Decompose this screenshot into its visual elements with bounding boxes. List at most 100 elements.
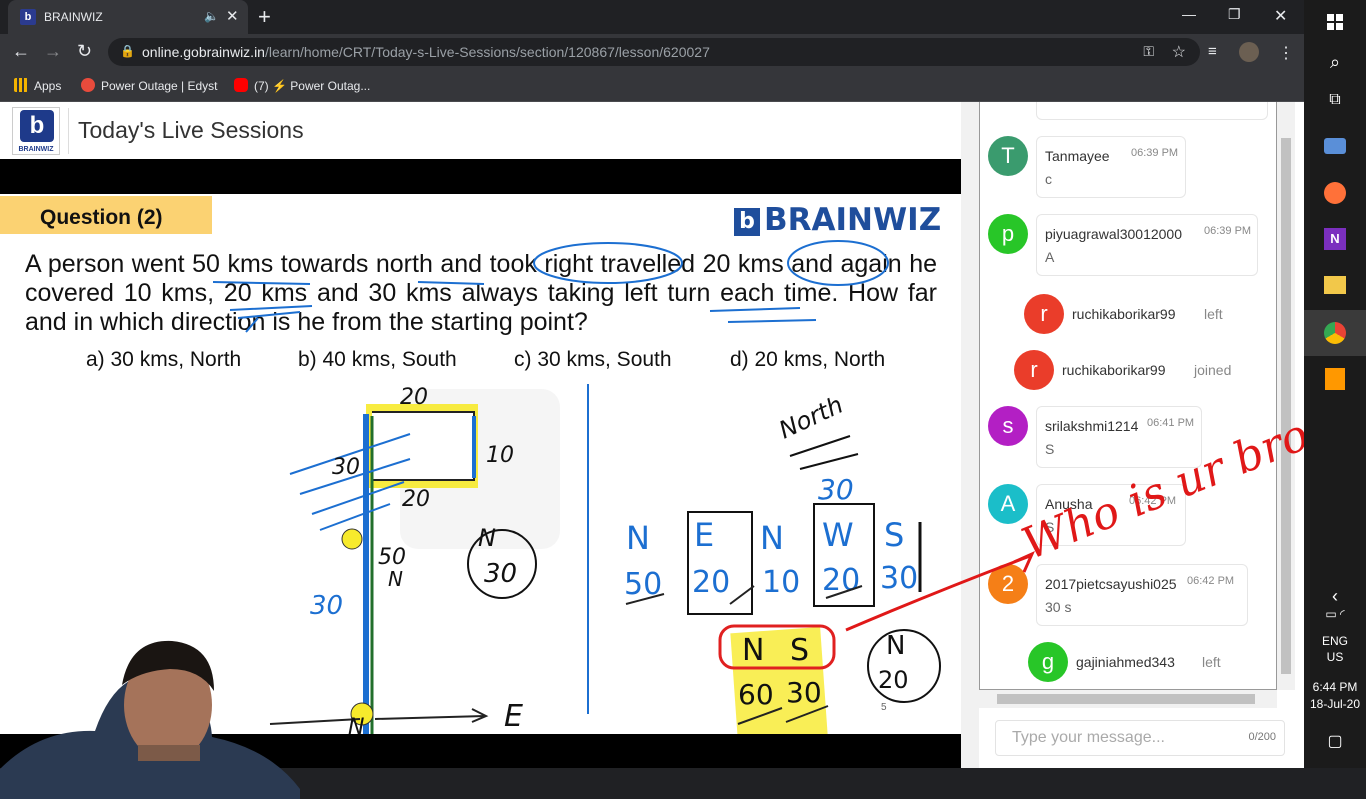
scroll-thumb[interactable]: [997, 694, 1255, 704]
avatar: T: [988, 136, 1028, 176]
new-tab-icon[interactable]: +: [258, 4, 271, 30]
message-author: piyuagrawal30012000: [1045, 226, 1182, 242]
hw-box-n: N: [742, 633, 764, 668]
apps-grid-icon: [14, 78, 28, 92]
hw-row-letter-2: E: [694, 516, 714, 554]
hw-row-letter-5: S: [884, 516, 904, 554]
media-control-icon[interactable]: ≡: [1208, 43, 1217, 60]
event-action: left: [1202, 654, 1221, 670]
close-tab-icon[interactable]: ✕: [226, 7, 239, 25]
clock-date[interactable]: 18-Jul-20: [1304, 697, 1366, 711]
previous-message-bubble: [1036, 102, 1268, 120]
notification-center-icon[interactable]: ▢: [1304, 722, 1366, 768]
message-author: 2017pietcsayushi025: [1045, 576, 1177, 592]
chat-message-input[interactable]: [996, 721, 1284, 755]
hw-row-letter-1: N: [626, 519, 650, 557]
event-action: joined: [1194, 362, 1232, 378]
hw-north-word: North: [775, 391, 848, 445]
task-view-icon[interactable]: ⧉: [1304, 78, 1366, 124]
bookmark-star-icon[interactable]: ☆: [1172, 42, 1186, 62]
browser-toolbar: ← → ↻ 🔒 online.gobrainwiz.in/learn/home/…: [0, 34, 1304, 70]
url-text[interactable]: online.gobrainwiz.in/learn/home/CRT/Toda…: [142, 44, 710, 60]
hw-row-value-3: 10: [762, 565, 800, 600]
chat-vertical-scrollbar[interactable]: [1277, 102, 1295, 690]
brainwiz-favicon-icon: b: [20, 9, 36, 25]
web-page: b BRAINWIZ Today's Live Sessions Questio…: [0, 102, 1304, 799]
hw-circle-30: 30: [484, 559, 517, 589]
hw-walk-n: N: [388, 567, 403, 591]
left-scrollbar[interactable]: [961, 102, 979, 768]
message-author: Tanmayee: [1045, 148, 1110, 164]
message-text: S: [1045, 519, 1055, 535]
chat-horizontal-scrollbar[interactable]: [979, 690, 1277, 708]
hw-right-10: 10: [486, 443, 514, 468]
minimize-icon[interactable]: —: [1182, 6, 1196, 22]
speaker-icon[interactable]: 🔈: [204, 9, 219, 23]
message-bubble: Anusha 06:42 PM S: [1036, 484, 1186, 546]
scroll-thumb[interactable]: [1281, 138, 1291, 674]
menu-kebab-icon[interactable]: ⋮: [1278, 43, 1294, 63]
bookmark-label: (7) ⚡ Power Outag...: [254, 79, 371, 93]
language-region[interactable]: US: [1304, 650, 1366, 664]
message-text: A: [1045, 249, 1055, 265]
hw-north-30: 30: [818, 473, 854, 506]
edyst-icon: [81, 78, 95, 92]
hw-circle2-n: N: [886, 631, 905, 661]
video-player[interactable]: Question (2) b BRAINWIZ A person went 50 …: [0, 159, 961, 799]
key-icon[interactable]: ⚿: [1143, 43, 1154, 60]
bookmark-label: Power Outage | Edyst: [101, 79, 218, 93]
hw-east-e: E: [504, 699, 523, 734]
maximize-icon[interactable]: ❐: [1228, 6, 1241, 23]
clock-time[interactable]: 6:44 PM: [1304, 680, 1366, 694]
message-bubble: Tanmayee 06:39 PM c: [1036, 136, 1186, 198]
bookmark-label: Apps: [34, 79, 62, 93]
header-divider: [68, 108, 69, 154]
logo-text: BRAINWIZ: [18, 146, 54, 153]
message-author: Anusha: [1045, 496, 1093, 512]
avatar: A: [988, 484, 1028, 524]
language-code[interactable]: ENG: [1304, 634, 1366, 648]
bookmark-apps[interactable]: Apps: [14, 78, 61, 93]
event-user: ruchikaborikar99: [1072, 306, 1176, 322]
hw-row-value-2: 20: [692, 565, 730, 600]
bookmark-youtube[interactable]: (7) ⚡ Power Outag...: [234, 78, 370, 93]
close-window-icon[interactable]: ✕: [1274, 6, 1287, 26]
site-header: b BRAINWIZ Today's Live Sessions: [0, 102, 961, 159]
hw-yellow-60: 60: [738, 678, 774, 711]
onenote-icon[interactable]: N: [1304, 216, 1366, 262]
message-time: 06:41 PM: [1147, 417, 1195, 429]
hw-circle-n: N: [478, 524, 496, 552]
message-text: c: [1045, 171, 1052, 187]
address-bar[interactable]: 🔒 online.gobrainwiz.in/learn/home/CRT/To…: [108, 38, 1200, 66]
bookmarks-bar: Apps Power Outage | Edyst (7) ⚡ Power Ou…: [0, 70, 1304, 102]
file-explorer-icon[interactable]: [1304, 262, 1366, 308]
message-text: 30 s: [1045, 599, 1072, 615]
network-icon[interactable]: ▭ ◜: [1304, 600, 1366, 628]
presenter-webcam: [0, 640, 300, 799]
back-icon[interactable]: ←: [12, 41, 30, 62]
chat-messages-panel[interactable]: T Tanmayee 06:39 PM c p piyuagrawal30012…: [979, 102, 1277, 690]
hw-box-s: S: [790, 633, 809, 668]
logo-mark: b: [20, 110, 54, 142]
event-action: left: [1204, 306, 1223, 322]
message-text: S: [1045, 441, 1055, 457]
message-bubble: srilakshmi1214 06:41 PM S: [1036, 406, 1202, 468]
forward-icon[interactable]: →: [44, 41, 62, 62]
browser-tab-active[interactable]: b BRAINWIZ 🔈 ✕: [8, 0, 248, 34]
hw-row-value-5: 30: [880, 561, 918, 596]
chrome-icon[interactable]: [1304, 310, 1366, 356]
avatar: p: [988, 214, 1028, 254]
hw-row-letter-4: W: [822, 516, 854, 554]
profile-avatar-icon[interactable]: [1239, 42, 1259, 62]
hw-yellow-30: 30: [786, 676, 822, 709]
brainwiz-logo[interactable]: b BRAINWIZ: [12, 107, 60, 155]
firefox-icon[interactable]: [1304, 170, 1366, 216]
bookmark-edyst[interactable]: Power Outage | Edyst: [81, 78, 218, 93]
chat-input-box: 0/200: [995, 720, 1285, 756]
event-user: gajiniahmed343: [1076, 654, 1175, 670]
reload-icon[interactable]: ↻: [77, 41, 92, 62]
message-time: 06:39 PM: [1204, 225, 1252, 237]
camera-app-icon[interactable]: [1304, 124, 1366, 170]
hw-circle2-20: 20: [878, 666, 909, 694]
sublime-text-icon[interactable]: [1304, 356, 1366, 402]
